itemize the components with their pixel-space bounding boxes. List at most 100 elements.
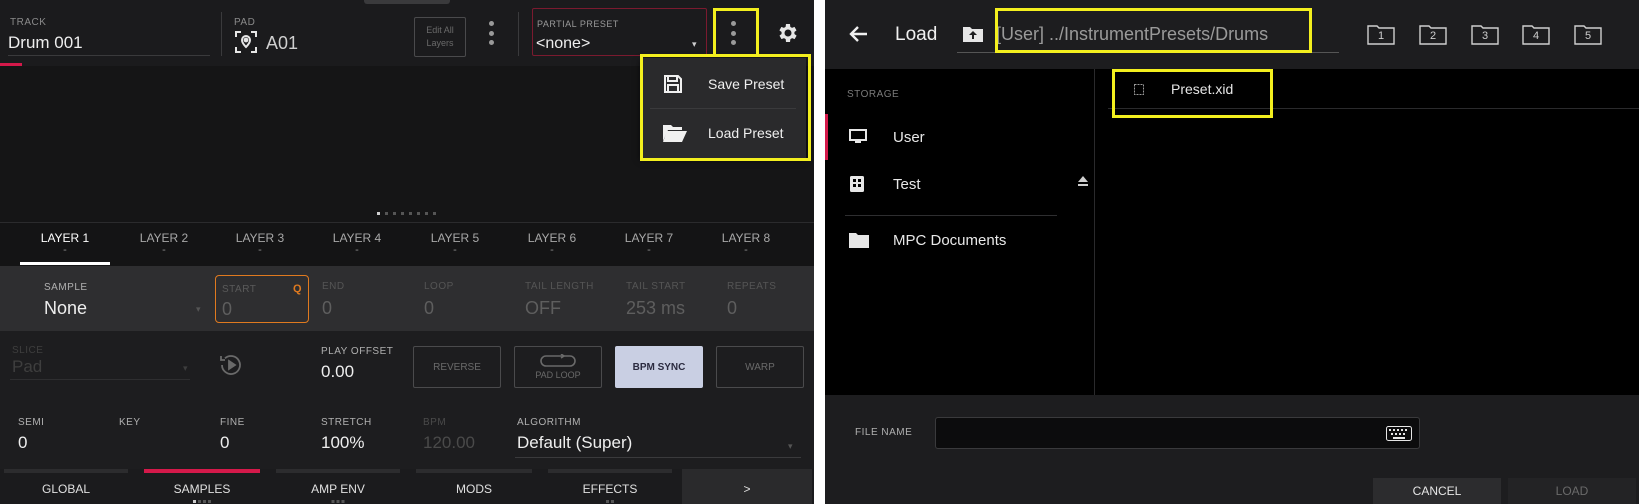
keyboard-icon[interactable] [1386, 426, 1412, 446]
sample-value[interactable]: None [44, 298, 87, 319]
sample-row: SAMPLE None ▾ START Q 0 END 0 LOOP 0 TAI… [0, 266, 814, 331]
storage-label-test: Test [893, 175, 921, 193]
bottom-tabs: GLOBAL SAMPLES AMP ENV MODS EFFECTS > [0, 469, 814, 504]
tab-global[interactable]: GLOBAL [4, 469, 128, 504]
algorithm-caret-icon: ▾ [788, 441, 793, 451]
loop-label: LOOP [424, 281, 454, 292]
file-name: Preset.xid [1171, 81, 1234, 97]
storage-label-mpc-documents: MPC Documents [893, 231, 1007, 249]
folder-shortcut-3[interactable]: 3 [1471, 23, 1499, 45]
top-handle [364, 0, 450, 4]
tab-layer-6[interactable]: LAYER 6- [505, 223, 599, 267]
algorithm-value[interactable]: Default (Super) [517, 433, 632, 453]
stretch-value[interactable]: 100% [321, 433, 364, 453]
pad-locate-icon[interactable] [234, 30, 258, 59]
file-icon [1134, 82, 1144, 100]
preset-more-icon[interactable] [730, 21, 736, 45]
quantize-badge[interactable]: Q [293, 283, 302, 295]
tab-layer-8[interactable]: LAYER 8- [699, 223, 793, 267]
play-offset-value[interactable]: 0.00 [321, 362, 354, 382]
load-header: Load [User] ../InstrumentPresets/Drums 1… [825, 0, 1639, 69]
save-preset-label: Save Preset [708, 76, 785, 92]
tab-layer-3[interactable]: LAYER 3- [213, 223, 307, 267]
sample-label: SAMPLE [44, 282, 88, 293]
drive-icon [850, 176, 864, 192]
tab-layer-7[interactable]: LAYER 7- [602, 223, 696, 267]
folder-icon [849, 233, 869, 248]
cancel-button[interactable]: CANCEL [1373, 478, 1501, 504]
amp-env-page-dots [331, 500, 345, 503]
load-preset-item[interactable]: Load Preset [640, 109, 806, 157]
algorithm-underline [515, 457, 801, 458]
active-indicator [825, 114, 828, 160]
storage-item-user[interactable]: User [825, 114, 1095, 160]
folder-up-icon[interactable] [963, 26, 983, 47]
semi-label: SEMI [18, 417, 45, 428]
track-name[interactable]: Drum 001 [8, 33, 83, 53]
tab-samples[interactable]: SAMPLES [144, 469, 260, 504]
tab-effects[interactable]: EFFECTS [548, 469, 672, 504]
folder-shortcut-4[interactable]: 4 [1522, 23, 1550, 45]
storage-item-test[interactable]: Test [825, 161, 1095, 207]
start-label: START [222, 284, 257, 295]
load-button[interactable]: LOAD [1508, 478, 1636, 504]
save-icon [664, 75, 682, 93]
file-row[interactable]: Preset.xid [1096, 69, 1639, 109]
load-browser-panel: Load [User] ../InstrumentPresets/Drums 1… [825, 0, 1639, 504]
storage-sidebar: STORAGE User Test MPC Documents [825, 69, 1095, 395]
gear-icon[interactable] [776, 21, 800, 50]
partial-preset-value: <none> [536, 35, 591, 52]
pad-value[interactable]: A01 [266, 33, 298, 54]
pad-loop-button[interactable]: PAD LOOP [514, 346, 602, 388]
header-divider-2 [518, 12, 519, 56]
end-value[interactable]: 0 [322, 298, 332, 319]
back-arrow-icon[interactable] [847, 22, 871, 51]
dropdown-caret-icon: ▾ [692, 39, 697, 49]
tab-layer-4[interactable]: LAYER 4- [310, 223, 404, 267]
sample-edit-panel: TRACK Drum 001 PAD A01 Edit All Layers P… [0, 0, 814, 504]
folder-shortcut-1[interactable]: 1 [1367, 23, 1395, 45]
folder-shortcut-5[interactable]: 5 [1574, 23, 1602, 45]
storage-label-user: User [893, 128, 925, 146]
pad-label: PAD [234, 17, 256, 28]
file-name-input[interactable] [935, 417, 1420, 449]
path-underline [957, 52, 1339, 53]
bpm-sync-button[interactable]: BPM SYNC [615, 346, 703, 388]
save-preset-item[interactable]: Save Preset [640, 60, 806, 108]
tab-amp-env[interactable]: AMP ENV [276, 469, 400, 504]
tail-start-label: TAIL START [626, 281, 686, 292]
load-preset-label: Load Preset [708, 125, 784, 141]
tab-more-button[interactable]: > [682, 469, 812, 504]
file-list: Preset.xid [1096, 69, 1639, 395]
tab-layer-5[interactable]: LAYER 5- [408, 223, 502, 267]
semi-value[interactable]: 0 [18, 433, 27, 453]
start-field[interactable]: START Q 0 [215, 275, 309, 323]
monitor-icon [849, 129, 867, 143]
fine-value[interactable]: 0 [220, 433, 229, 453]
warp-button[interactable]: WARP [716, 346, 804, 388]
edit-all-layers-button[interactable]: Edit All Layers [414, 17, 466, 57]
load-title: Load [895, 24, 938, 45]
current-path[interactable]: [User] ../InstrumentPresets/Drums [996, 24, 1268, 45]
layer-tabs: LAYER 1- LAYER 2- LAYER 3- LAYER 4- LAYE… [0, 222, 814, 266]
tab-mods[interactable]: MODS [416, 469, 532, 504]
storage-heading: STORAGE [847, 89, 900, 100]
loop-value[interactable]: 0 [424, 298, 434, 319]
repeats-value[interactable]: 0 [727, 298, 737, 319]
reverse-button[interactable]: REVERSE [413, 346, 501, 388]
partial-preset-select[interactable]: PARTIAL PRESET <none> ▾ [532, 8, 707, 56]
tab-layer-1[interactable]: LAYER 1- [18, 223, 112, 267]
tab-layer-2[interactable]: LAYER 2- [117, 223, 211, 267]
tail-length-value[interactable]: OFF [525, 298, 561, 319]
storage-item-mpc-documents[interactable]: MPC Documents [825, 217, 1095, 263]
tail-start-value[interactable]: 253 ms [626, 298, 685, 319]
track-label: TRACK [10, 17, 47, 28]
slice-value[interactable]: Pad [12, 357, 42, 377]
bpm-label: BPM [423, 417, 447, 428]
play-offset-icon[interactable] [218, 352, 244, 383]
tail-length-label: TAIL LENGTH [525, 281, 594, 292]
end-label: END [322, 281, 345, 292]
folder-shortcut-2[interactable]: 2 [1419, 23, 1447, 45]
layer-more-icon[interactable] [488, 21, 494, 45]
bpm-value[interactable]: 120.00 [423, 433, 475, 453]
